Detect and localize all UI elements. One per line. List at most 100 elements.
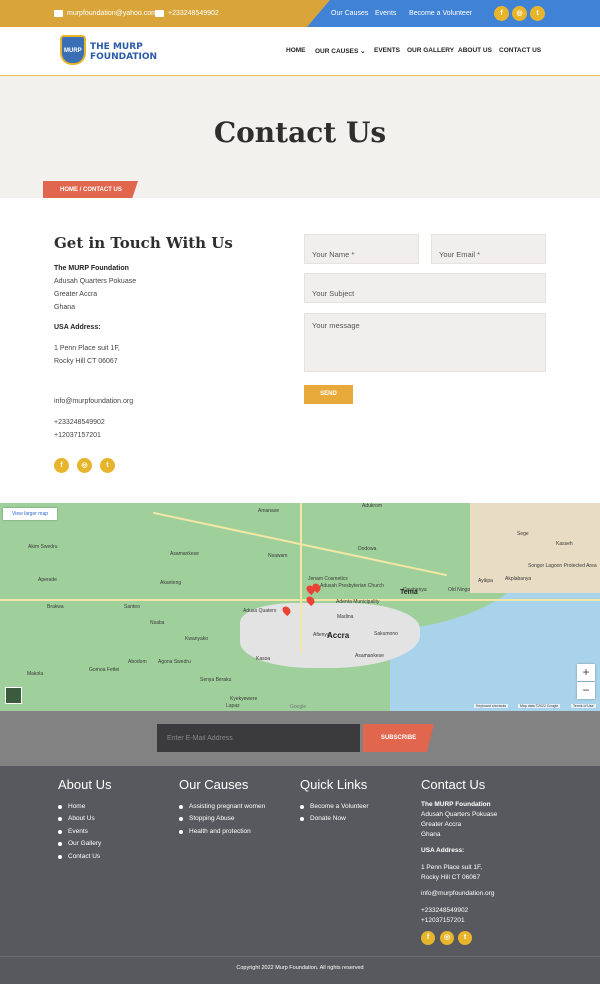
instagram-icon[interactable]: ◎ [77,458,92,473]
footer-link[interactable]: Events [58,826,101,838]
footer-usa-line: 1 Penn Place suit 1F, [421,864,483,871]
footer-link[interactable]: About Us [58,813,101,825]
top-link-events[interactable]: Events [375,0,396,27]
view-larger-map-link[interactable]: View larger map [3,508,57,520]
twitter-icon[interactable]: t [458,931,472,945]
newsletter-email-input[interactable] [157,724,360,752]
footer-link[interactable]: Become a Volunteer [300,801,369,813]
nav-events[interactable]: EVENTS [374,47,400,54]
logo-badge-text: MURP [64,48,82,54]
facebook-icon[interactable]: f [54,458,69,473]
contact-email[interactable]: info@murpfoundation.org [54,398,133,405]
logo-title-line2: FOUNDATION [90,52,158,62]
map-label: Santeo [124,604,140,610]
newsletter-bar: SUBSCRIBE [0,711,600,766]
contact-usa-line: 1 Penn Place suit 1F, [54,345,120,352]
phone-icon [155,10,164,17]
top-bar-email-text[interactable]: murpfoundation@yahoo.com [67,10,157,17]
map-label: Asamankese [355,653,384,659]
contact-heading: Get in Touch With Us [54,234,233,252]
map-label: Aperade [38,577,57,583]
logo-title[interactable]: THE MURP FOUNDATION [90,42,157,62]
nav-our-gallery[interactable]: OUR GALLERY [407,47,454,54]
location-map[interactable]: Amanase Adukrom Akim Swedru Asamankese A… [0,503,600,711]
footer-quick-title: Quick Links [300,777,368,792]
terms-of-use-link[interactable]: Terms of Use [571,704,596,708]
contact-phone[interactable]: +233248549902 [54,419,105,426]
subscribe-button[interactable]: SUBSCRIBE [363,724,434,752]
name-field[interactable] [304,234,419,264]
send-button[interactable]: SEND [304,385,353,404]
contact-phone[interactable]: +12037157201 [54,432,101,439]
contact-address-line: Adusah Quarters Pokuase [54,278,137,285]
footer-contact-line: Greater Accra [421,821,462,828]
map-label: Akplabanya [505,576,532,582]
top-bar-phone[interactable]: +233248549902 [155,0,219,27]
message-field[interactable] [304,313,546,372]
subject-field[interactable] [304,273,546,303]
map-label: Songor Lagoon Protected Area [528,563,597,569]
site-footer: About Us Home About Us Events Our Galler… [0,766,600,956]
top-link-our-causes[interactable]: Our Causes [331,0,368,27]
zoom-out-button[interactable]: − [577,682,595,699]
map-label: Nsaba [150,620,165,626]
instagram-icon[interactable]: ◎ [512,6,527,21]
footer-phone[interactable]: +12037157201 [421,917,465,924]
nav-home[interactable]: HOME [286,47,306,54]
map-label: Sege [517,531,529,537]
logo-badge[interactable]: MURP [60,35,86,65]
footer-about-title: About Us [58,777,112,792]
nav-contact-us[interactable]: CONTACT US [499,47,541,54]
page-hero: Contact Us HOME / CONTACT US [0,76,600,198]
footer-email[interactable]: info@murpfoundation.org [421,890,494,897]
map-layer-toggle[interactable] [5,687,22,704]
map-label: Madina [337,614,354,620]
nav-about-us[interactable]: ABOUT US [458,47,492,54]
instagram-icon[interactable]: ◎ [440,931,454,945]
page-title: Contact Us [213,116,387,149]
map-label: Adusa Quaters [243,608,277,614]
footer-contact-line: Ghana [421,831,441,838]
footer-causes-list: Assisting pregnant women Stopping Abuse … [179,801,265,838]
breadcrumb[interactable]: HOME / CONTACT US [43,181,138,198]
footer-link[interactable]: Donate Now [300,813,369,825]
footer-link[interactable]: Our Gallery [58,838,101,850]
keyboard-shortcuts-link[interactable]: Keyboard shortcuts [474,704,509,708]
footer-link[interactable]: Contact Us [58,851,101,863]
logo-title-line1: THE MURP [90,42,143,52]
footer-phone[interactable]: +233248549902 [421,907,468,914]
top-bar: murpfoundation@yahoo.com +233248549902 O… [0,0,600,27]
top-bar-email[interactable]: murpfoundation@yahoo.com [54,0,157,27]
footer-link[interactable]: Assisting pregnant women [179,801,265,813]
footer-usa-line: Rocky Hill CT 06067 [421,874,481,881]
twitter-icon[interactable]: t [100,458,115,473]
map-label: Sakumono [374,631,398,637]
map-label: Dodowa [358,546,377,552]
facebook-icon[interactable]: f [421,931,435,945]
nav-our-causes[interactable]: OUR CAUSES ⌄ [315,47,366,55]
twitter-icon[interactable]: t [530,6,545,21]
contact-usa-heading: USA Address: [54,324,101,331]
map-label: Nsawam [268,553,288,559]
chevron-down-icon: ⌄ [360,48,366,55]
map-label: Lapaz [226,703,240,709]
footer-causes-title: Our Causes [179,777,249,792]
footer-contact-org: The MURP Foundation [421,801,491,808]
zoom-in-button[interactable]: + [577,664,595,681]
footer-link[interactable]: Health and protection [179,826,265,838]
map-label: Amanase [258,508,280,514]
map-label: Adukrom [362,503,383,509]
map-label: Kasseh [556,541,573,547]
footer-usa-heading: USA Address: [421,847,465,854]
map-label: Abodom [128,659,147,665]
facebook-icon[interactable]: f [494,6,509,21]
footer-link[interactable]: Stopping Abuse [179,813,265,825]
footer-link[interactable]: Home [58,801,101,813]
map-label: Jenam Cosmetics [308,576,348,582]
email-field[interactable] [431,234,546,264]
map-data-credit: Map data ©2022 Google [518,704,561,708]
top-bar-phone-text[interactable]: +233248549902 [168,10,219,17]
contact-address-line: Ghana [54,304,76,311]
map-label: Akanteng [160,580,182,586]
top-link-become-volunteer[interactable]: Become a Volunteer [409,0,472,27]
